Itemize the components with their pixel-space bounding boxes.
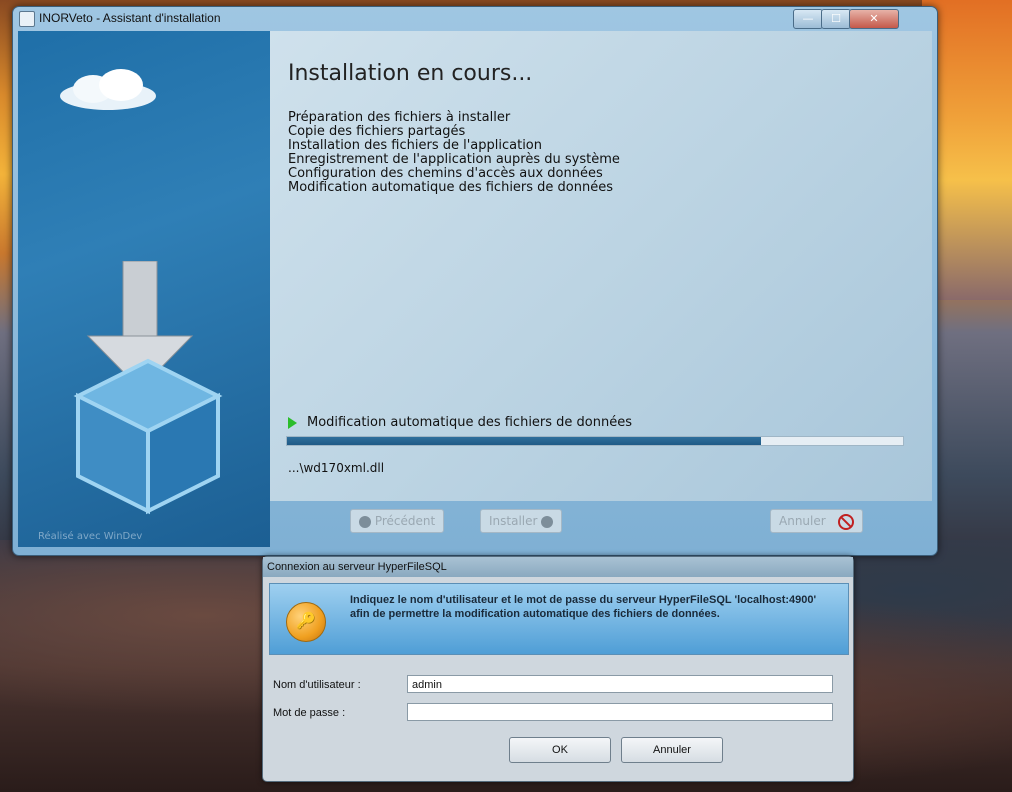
current-step: Modification automatique des fichiers de…: [288, 415, 632, 430]
dialog-cancel-button[interactable]: Annuler: [621, 737, 723, 763]
cancel-button[interactable]: Annuler: [770, 509, 863, 533]
ok-button[interactable]: OK: [509, 737, 611, 763]
step-item: Enregistrement de l'application auprès d…: [288, 152, 620, 167]
password-field[interactable]: [407, 703, 833, 721]
minimize-button[interactable]: —: [793, 9, 823, 29]
dialog-title[interactable]: Connexion au serveur HyperFileSQL: [263, 557, 853, 577]
progress-bar: [286, 436, 904, 446]
previous-label: Précédent: [374, 514, 436, 528]
step-item: Modification automatique des fichiers de…: [288, 180, 614, 195]
app-icon: [19, 11, 35, 27]
cancel-label: Annuler: [779, 514, 826, 528]
close-icon: ✕: [869, 12, 879, 25]
username-field[interactable]: admin: [407, 675, 833, 693]
hyperfilesql-login-dialog: Connexion au serveur HyperFileSQL Indiqu…: [262, 556, 854, 782]
window-title: INORVeto - Assistant d'installation: [39, 11, 221, 25]
button-bar: Précédent Installer Annuler: [270, 501, 932, 547]
install-label: Installer: [489, 514, 538, 528]
step-item: Copie des fichiers partagés: [288, 124, 466, 139]
progress-fill: [287, 437, 762, 445]
current-file: ...\wd170xml.dll: [288, 461, 385, 475]
installer-titlebar[interactable]: INORVeto - Assistant d'installation — ☐ …: [13, 7, 937, 31]
minimize-icon: —: [802, 12, 814, 25]
cloud-icon: [60, 69, 156, 110]
username-label: Nom d'utilisateur :: [273, 679, 361, 691]
step-item: Configuration des chemins d'accès aux do…: [288, 166, 603, 181]
maximize-button[interactable]: ☐: [821, 9, 851, 29]
close-button[interactable]: ✕: [849, 9, 899, 29]
installer-content: Installation en cours... Préparation des…: [270, 31, 932, 501]
current-step-label: Modification automatique des fichiers de…: [307, 415, 633, 430]
dialog-message: Indiquez le nom d'utilisateur et le mot …: [350, 594, 817, 620]
password-label: Mot de passe :: [273, 707, 346, 719]
steps-list: Préparation des fichiers à installer Cop…: [288, 111, 620, 195]
back-icon: [359, 515, 371, 528]
maximize-icon: ☐: [831, 12, 841, 25]
previous-button[interactable]: Précédent: [350, 509, 445, 533]
box-icon: [73, 358, 223, 515]
forward-icon: [541, 515, 554, 528]
windev-label: Réalisé avec WinDev: [38, 531, 143, 542]
installer-side-panel: Réalisé avec WinDev: [18, 31, 270, 547]
dialog-banner: Indiquez le nom d'utilisateur et le mot …: [269, 583, 849, 655]
step-item: Installation des fichiers de l'applicati…: [288, 138, 543, 153]
install-button[interactable]: Installer: [480, 509, 563, 533]
page-title: Installation en cours...: [288, 61, 533, 86]
cancel-icon: [837, 513, 854, 530]
key-icon: [286, 602, 326, 642]
play-icon: [288, 416, 297, 429]
step-item: Préparation des fichiers à installer: [288, 110, 511, 125]
installer-window: INORVeto - Assistant d'installation — ☐ …: [12, 6, 938, 556]
